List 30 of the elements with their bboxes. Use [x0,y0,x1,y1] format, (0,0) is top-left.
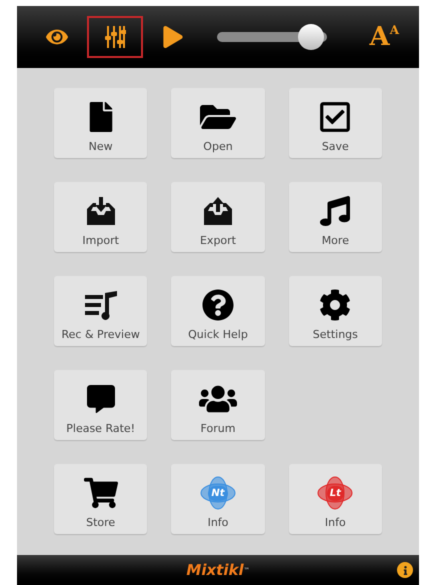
info-button[interactable] [397,562,413,578]
menu-tile[interactable]: Quick Help [171,276,265,346]
menu-tile[interactable]: New [54,88,148,158]
menu-tile[interactable]: More [288,182,382,252]
menu-tile[interactable]: Import [54,182,148,252]
settings-icon [319,289,352,321]
slider[interactable] [217,24,327,50]
menu-tile[interactable]: Please Rate! [54,370,148,440]
menu-tile[interactable]: Rec & Preview [54,276,148,346]
menu-tile[interactable]: Forum [171,370,265,440]
menu-tile[interactable]: Settings [288,276,382,346]
badge-text: Nt [208,486,228,500]
play-icon [162,26,184,48]
menu-tile[interactable]: Nt Info [171,464,265,534]
menu-tile[interactable]: Lt Info [288,464,382,534]
checkbox-icon [318,100,352,134]
music-note-icon [320,196,350,226]
toolbar-button[interactable] [87,16,143,58]
lines-with-note-icon [82,290,119,320]
menu-tile[interactable]: Open [171,88,265,158]
help-icon [202,289,234,321]
badge-text: Lt [326,486,344,500]
menu-tile[interactable]: Export [171,182,265,252]
menu-tile[interactable]: Store [54,464,148,534]
sliders-icon [104,24,126,50]
menu-tile[interactable]: Save [288,88,382,158]
slider-thumb[interactable] [298,24,324,50]
speech-bubble-icon [86,385,115,413]
cart-icon [84,476,118,510]
app-logo: Mixtikl$^{™}$ [186,560,250,581]
